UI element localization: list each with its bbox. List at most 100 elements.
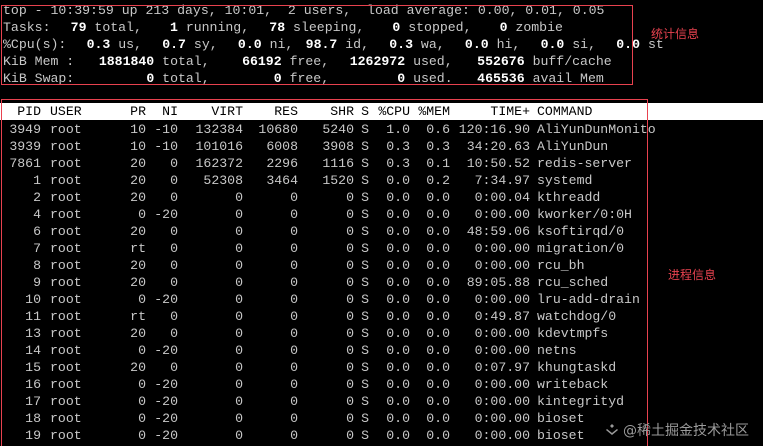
cell-pr: 0: [138, 394, 146, 409]
mem-buff: 552676: [477, 54, 525, 69]
cell-pr: 20: [130, 326, 146, 341]
process-row[interactable]: 8 root 20 0 0 0 0 S 0.0 0.0 0:00.00 rcu_bh: [0, 257, 763, 274]
cell-mem: 0.1: [426, 156, 450, 171]
cell-pr: 20: [130, 190, 146, 205]
cell-user: root: [50, 360, 82, 375]
cell-ni: -20: [154, 377, 178, 392]
cell-time: 0:00.04: [474, 190, 530, 205]
cell-shr: 0: [346, 292, 354, 307]
cell-res: 0: [290, 411, 298, 426]
tasks-zombie: 0: [499, 20, 508, 35]
cell-shr: 0: [346, 428, 354, 443]
watermark: @稀土掘金技术社区: [605, 420, 749, 440]
process-row[interactable]: 13 root 20 0 0 0 0 S 0.0 0.0 0:00.00 kdevtmpfs: [0, 325, 763, 342]
cell-ni: 0: [170, 309, 178, 324]
process-row[interactable]: 4 root 0 -20 0 0 0 S 0.0 0.0 0:00.00 kworker/0:0H: [0, 206, 763, 223]
swap-total: 0: [146, 71, 155, 86]
process-row[interactable]: 9 root 20 0 0 0 0 S 0.0 0.0 89:05.88 rcu_sched: [0, 274, 763, 291]
cpu-line: %Cpu(s): 0.3 us, 0.7 sy, 0.0 ni, 98.7 id, 0.3…: [3, 36, 664, 53]
process-row[interactable]: 7 root rt 0 0 0 0 S 0.0 0.0 0:00.00 migration/0: [0, 240, 763, 257]
cell-s: S: [361, 224, 369, 239]
cell-pid: 18: [25, 411, 41, 426]
cell-pr: 0: [138, 377, 146, 392]
cell-ni: -10: [154, 122, 178, 137]
cell-shr: 0: [346, 394, 354, 409]
column-header-s: S: [361, 104, 369, 119]
cell-pr: 0: [138, 428, 146, 443]
cell-user: root: [50, 173, 82, 188]
column-headers: PID USER PR NI VIRT RES SHR S %CPU %MEM TIME+ COMMA…: [0, 103, 763, 120]
mem-total-label: total,: [162, 54, 210, 69]
cell-mem: 0.0: [426, 224, 450, 239]
cell-cmd: rcu_sched: [537, 275, 609, 290]
cell-cpu: 0.0: [386, 377, 410, 392]
cell-cmd: lru-add-drain: [537, 292, 640, 307]
cell-cpu: 0.0: [386, 241, 410, 256]
cell-res: 0: [290, 343, 298, 358]
cell-cpu: 0.0: [386, 411, 410, 426]
cpu-wa: 0.3: [389, 37, 413, 52]
cell-shr: 3908: [322, 139, 354, 154]
cell-s: S: [361, 326, 369, 341]
cell-pr: 20: [130, 360, 146, 375]
cell-virt: 0: [235, 224, 243, 239]
process-row[interactable]: 7861 root 20 0 162372 2296 1116 S 0.3 0.1 10:50.52…: [0, 155, 763, 172]
swap-used-label: used.: [413, 71, 453, 86]
process-row[interactable]: 6 root 20 0 0 0 0 S 0.0 0.0 48:59.06 ksoftirqd/0: [0, 223, 763, 240]
process-row[interactable]: 14 root 0 -20 0 0 0 S 0.0 0.0 0:00.00 netns: [0, 342, 763, 359]
cell-virt: 0: [235, 360, 243, 375]
tasks-sleeping: 78: [269, 20, 286, 35]
cell-cmd: netns: [537, 343, 577, 358]
cell-res: 0: [290, 241, 298, 256]
cell-pid: 8: [33, 258, 41, 273]
cell-mem: 0.0: [426, 360, 450, 375]
cell-user: root: [50, 377, 82, 392]
cell-time: 10:50.52: [466, 156, 530, 171]
cpu-st: 0.0: [616, 37, 641, 52]
cell-pr: 0: [138, 411, 146, 426]
cell-virt: 0: [235, 258, 243, 273]
cell-s: S: [361, 309, 369, 324]
cell-mem: 0.0: [426, 428, 450, 443]
cell-cpu: 0.0: [386, 190, 410, 205]
cell-ni: -20: [154, 428, 178, 443]
cell-user: root: [50, 156, 82, 171]
process-row[interactable]: 1 root 20 0 52308 3464 1520 S 0.0 0.2 7:34.97 syste…: [0, 172, 763, 189]
process-row[interactable]: 3939 root 10 -10 101016 6008 3908 S 0.3 0.3 34:20.…: [0, 138, 763, 155]
swap-avail: 465536: [477, 71, 525, 86]
cell-pr: 20: [130, 275, 146, 290]
process-row[interactable]: 15 root 20 0 0 0 0 S 0.0 0.0 0:07.97 khungtaskd: [0, 359, 763, 376]
cell-cpu: 0.0: [386, 173, 410, 188]
cell-shr: 0: [346, 224, 354, 239]
column-header-res: RES: [274, 104, 298, 119]
cell-pid: 10: [25, 292, 41, 307]
cell-pid: 17: [25, 394, 41, 409]
cell-virt: 0: [235, 411, 243, 426]
cell-time: 89:05.88: [466, 275, 530, 290]
process-row[interactable]: 2 root 20 0 0 0 0 S 0.0 0.0 0:00.04 kthreadd: [0, 189, 763, 206]
cpu-sy-label: sy,: [193, 37, 218, 52]
cell-pr: 0: [138, 292, 146, 307]
cell-s: S: [361, 394, 369, 409]
cell-s: S: [361, 173, 369, 188]
cell-user: root: [50, 241, 82, 256]
cell-shr: 0: [346, 411, 354, 426]
process-row[interactable]: 3949 root 10 -10 132384 10680 5240 S 1.0 0.6 120:1…: [0, 121, 763, 138]
cell-mem: 0.0: [426, 309, 450, 324]
mem-used: 1262972: [349, 54, 406, 69]
cell-cmd: watchdog/0: [537, 309, 617, 324]
process-row[interactable]: 17 root 0 -20 0 0 0 S 0.0 0.0 0:00.00 kintegrityd: [0, 393, 763, 410]
tasks-zombie-label: zombie: [515, 20, 563, 35]
process-row[interactable]: 16 root 0 -20 0 0 0 S 0.0 0.0 0:00.00 writeback: [0, 376, 763, 393]
process-row[interactable]: 10 root 0 -20 0 0 0 S 0.0 0.0 0:00.00 lru-add-drain: [0, 291, 763, 308]
cell-mem: 0.0: [426, 207, 450, 222]
mem-free: 66192: [242, 54, 282, 69]
cell-user: root: [50, 411, 82, 426]
cell-user: root: [50, 207, 82, 222]
process-row[interactable]: 11 root rt 0 0 0 0 S 0.0 0.0 0:49.87 watchdog/0: [0, 308, 763, 325]
swap-label: KiB Swap:: [3, 71, 75, 86]
column-header-pid: PID: [17, 104, 41, 119]
cell-cpu: 0.0: [386, 275, 410, 290]
cell-mem: 0.6: [426, 122, 450, 137]
cell-cmd: kintegrityd: [537, 394, 625, 409]
